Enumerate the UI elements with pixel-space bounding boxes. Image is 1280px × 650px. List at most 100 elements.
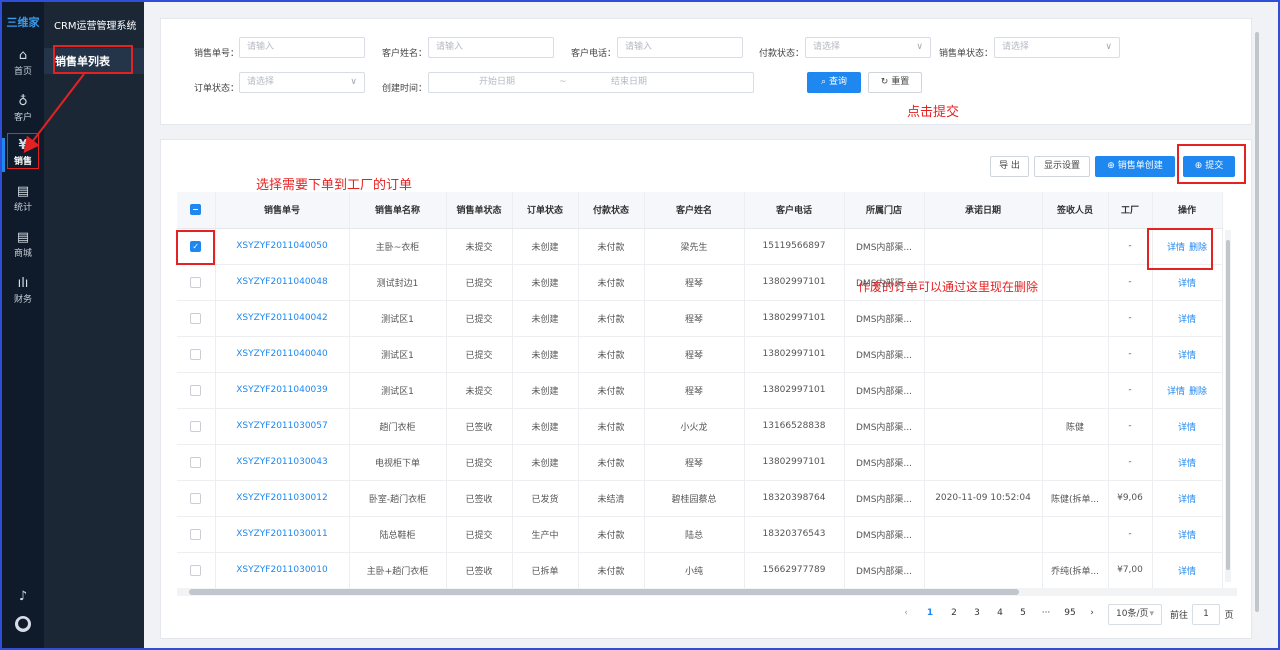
promise-date-cell [924,552,1043,589]
sales-status-select[interactable]: 请选择 ∨ [994,37,1120,58]
search-icon: ⌕ [821,77,829,87]
page-button[interactable]: 4 [990,608,1010,618]
end-date-input[interactable]: 结束日期 [611,73,647,92]
order-no-link[interactable]: XSYZYF2011030043 [215,444,350,481]
table-vertical-scrollbar[interactable] [1225,230,1231,582]
nav-item-finance[interactable]: ılı 财务 [2,274,44,314]
horizontal-scrollbar[interactable] [177,588,1237,596]
order-no-link[interactable]: XSYZYF2011040040 [215,336,350,373]
table-row[interactable]: XSYZYF2011030057 趟门衣柜 已签收 未创建 未付款 小火龙 13166528… [177,408,1223,445]
page-vertical-scrollbar-thumb[interactable] [1255,32,1259,612]
delete-link[interactable]: 删除 [1189,387,1207,397]
table-row[interactable]: XSYZYF2011040048 测试封边1 已提交 未创建 未付款 程琴 13802997… [177,264,1223,301]
page-button[interactable]: 2 [944,608,964,618]
row-checkbox[interactable] [190,348,202,360]
query-button[interactable]: ⌕ 查询 [807,72,861,93]
goto-page-input[interactable]: 1 [1192,604,1220,625]
display-settings-button[interactable]: 显示设置 [1034,156,1090,177]
column-header: 客户姓名 [644,192,745,229]
row-select-cell[interactable] [177,336,216,373]
prev-page-button[interactable]: ‹ [900,608,912,618]
reset-button[interactable]: ↻ 重置 [868,72,922,93]
row-select-cell[interactable] [177,372,216,409]
nav-item-statistics[interactable]: ▤ 统计 [2,182,44,222]
nav-item-mall[interactable]: ▤ 商城 [2,228,44,268]
detail-link[interactable]: 详情 [1167,387,1185,397]
order-name-cell: 测试封边1 [349,264,447,301]
payment-status-select[interactable]: 请选择 ∨ [805,37,931,58]
row-checkbox[interactable] [190,384,202,396]
row-select-cell[interactable] [177,264,216,301]
column-header: 付款状态 [578,192,645,229]
detail-link[interactable]: 详情 [1178,531,1196,541]
row-select-cell[interactable] [177,480,216,517]
page-button[interactable]: 5 [1013,608,1033,618]
order-no-input[interactable]: 请输入 [239,37,365,58]
row-checkbox[interactable] [190,276,202,288]
order-no-link[interactable]: XSYZYF2011040039 [215,372,350,409]
table-row[interactable]: XSYZYF2011040042 测试区1 已提交 未创建 未付款 程琴 138029971… [177,300,1223,337]
page-ellipsis[interactable]: ··· [1036,608,1056,618]
page-size-select[interactable]: 10条/页 ▾ [1108,604,1162,625]
created-time-range[interactable]: 开始日期 ~ 结束日期 [428,72,754,93]
page-button[interactable]: 3 [967,608,987,618]
page-button[interactable]: 95 [1059,608,1081,618]
row-select-cell[interactable] [177,408,216,445]
customer-phone-cell: 13802997101 [744,336,845,373]
row-select-cell[interactable] [177,516,216,553]
horizontal-scrollbar-thumb[interactable] [189,589,1019,595]
row-select-cell[interactable] [177,300,216,337]
promise-date-cell: 2020-11-09 10:52:04 [924,480,1043,517]
row-checkbox[interactable] [190,312,202,324]
row-checkbox[interactable] [190,564,202,576]
export-button[interactable]: 导 出 [990,156,1029,177]
annotation-box-sales-nav [7,133,39,169]
date-separator: ~ [559,77,567,87]
row-checkbox[interactable] [190,528,202,540]
order-no-link[interactable]: XSYZYF2011030057 [215,408,350,445]
store-cell: DMS内部渠... [844,336,925,373]
next-page-button[interactable]: › [1086,608,1098,618]
table-vertical-scrollbar-thumb[interactable] [1226,240,1230,570]
order-no-link[interactable]: XSYZYF2011040050 [215,228,350,265]
table-row[interactable]: XSYZYF2011040040 测试区1 已提交 未创建 未付款 程琴 138029971… [177,336,1223,373]
select-all-cell[interactable] [177,192,216,229]
order-no-link[interactable]: XSYZYF2011030011 [215,516,350,553]
order-no-link[interactable]: XSYZYF2011040042 [215,300,350,337]
page-vertical-scrollbar[interactable] [1254,32,1260,632]
row-checkbox[interactable] [190,420,202,432]
row-checkbox[interactable] [190,492,202,504]
start-date-input[interactable]: 开始日期 [479,73,515,92]
table-row[interactable]: XSYZYF2011030011 陆总鞋柜 已提交 生产中 未付款 陆总 183203765… [177,516,1223,553]
detail-link[interactable]: 详情 [1178,423,1196,433]
nav-item-customers[interactable]: ♁ 客户 [2,92,44,132]
table-row[interactable]: XSYZYF2011040039 测试区1 未提交 未创建 未付款 程琴 138029971… [177,372,1223,409]
row-checkbox[interactable] [190,456,202,468]
detail-link[interactable]: 详情 [1178,279,1196,289]
nav-item-home[interactable]: ⌂ 首页 [2,46,44,86]
row-select-cell[interactable] [177,552,216,589]
payment-status-cell: 未结清 [578,480,645,517]
select-all-checkbox[interactable] [190,204,202,216]
table-row[interactable]: XSYZYF2011030043 电视柜下单 已提交 未创建 未付款 程琴 13802997… [177,444,1223,481]
table-row[interactable]: XSYZYF2011030010 主卧+趟门衣柜 已签收 已拆单 未付款 小纯 156629… [177,552,1223,589]
order-no-link[interactable]: XSYZYF2011040048 [215,264,350,301]
user-avatar-button[interactable]: ● [2,614,44,636]
detail-link[interactable]: 详情 [1178,351,1196,361]
customer-phone-cell: 13802997101 [744,444,845,481]
customer-phone-input[interactable]: 请输入 [617,37,743,58]
detail-link[interactable]: 详情 [1178,567,1196,577]
order-no-link[interactable]: XSYZYF2011030010 [215,552,350,589]
order-status-select[interactable]: 请选择 ∨ [239,72,365,93]
notification-bell-button[interactable]: ♪ [2,587,44,605]
create-sales-order-button[interactable]: ⊕ 销售单创建 [1095,156,1175,177]
detail-link[interactable]: 详情 [1178,459,1196,469]
table-row[interactable]: ✓ XSYZYF2011040050 主卧~衣柜 未提交 未创建 未付款 梁先生 151195… [177,228,1223,265]
detail-link[interactable]: 详情 [1178,315,1196,325]
row-select-cell[interactable] [177,444,216,481]
page-button[interactable]: 1 [920,608,940,618]
customer-name-input[interactable]: 请输入 [428,37,554,58]
detail-link[interactable]: 详情 [1178,495,1196,505]
table-row[interactable]: XSYZYF2011030012 卧室-趟门衣柜 已签收 已发货 未结清 碧桂园蔡总 183… [177,480,1223,517]
order-no-link[interactable]: XSYZYF2011030012 [215,480,350,517]
